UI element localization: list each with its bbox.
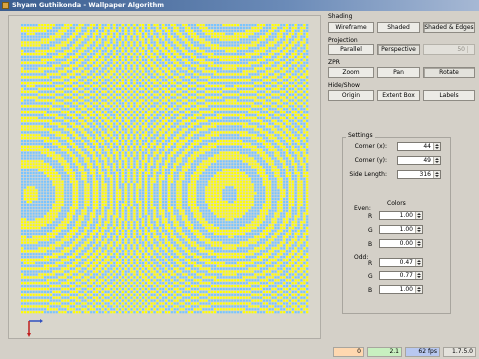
odd-b-value: 1.00: [399, 286, 413, 293]
odd-b-label: B: [368, 287, 373, 294]
wireframe-button[interactable]: Wireframe: [328, 22, 374, 33]
even-b-value: 0.00: [399, 240, 413, 247]
even-label: Even:: [354, 205, 371, 212]
spinner-icon[interactable]: [415, 212, 422, 219]
even-r-label: R: [368, 213, 373, 220]
fov-spinner: 50: [423, 44, 475, 55]
even-r-value: 1.00: [399, 212, 413, 219]
shading-label: Shading: [328, 13, 353, 20]
fov-value: 50: [457, 46, 465, 53]
shaded-button[interactable]: Shaded: [377, 22, 420, 33]
spinner-icon[interactable]: [415, 286, 422, 293]
corner-y-label: Corner (y):: [354, 157, 387, 164]
projection-label: Projection: [328, 37, 358, 44]
odd-g-field[interactable]: 0.77: [379, 271, 423, 280]
spinner-icon[interactable]: [415, 240, 422, 247]
corner-x-value: 44: [423, 143, 431, 150]
odd-r-label: R: [368, 260, 373, 267]
spinner-icon[interactable]: [415, 272, 422, 279]
odd-r-field[interactable]: 0.47: [379, 258, 423, 267]
axes-gizmo: [27, 319, 43, 337]
extent-box-button[interactable]: Extent Box: [377, 90, 420, 101]
odd-g-label: G: [368, 273, 373, 280]
spinner-icon[interactable]: [415, 259, 422, 266]
parallel-button[interactable]: Parallel: [328, 44, 374, 55]
spinner-icon[interactable]: [433, 157, 440, 164]
spinner-arrows-icon: [467, 46, 473, 53]
even-g-value: 1.00: [399, 226, 413, 233]
side-length-field[interactable]: 316: [397, 170, 441, 179]
window-title: Shyam Guthikonda - Wallpaper Algorithm: [12, 1, 165, 9]
odd-r-value: 0.47: [399, 259, 413, 266]
colors-title: Colors: [387, 200, 406, 207]
app-icon: [2, 2, 9, 9]
odd-label: Odd:: [354, 254, 369, 261]
wallpaper-pattern[interactable]: [21, 24, 309, 314]
fps-indicator: 62 fps: [405, 347, 440, 357]
spinner-icon[interactable]: [433, 171, 440, 178]
status-field-2: 2.1: [367, 347, 402, 357]
zpr-label: ZPR: [328, 59, 340, 66]
odd-b-field[interactable]: 1.00: [379, 285, 423, 294]
settings-title: Settings: [346, 132, 375, 139]
corner-y-field[interactable]: 49: [397, 156, 441, 165]
zoom-button[interactable]: Zoom: [328, 67, 374, 78]
version-label: 1.7.5.0: [443, 347, 476, 357]
even-r-field[interactable]: 1.00: [379, 211, 423, 220]
shaded-edges-button[interactable]: Shaded & Edges: [423, 22, 475, 33]
title-bar: Shyam Guthikonda - Wallpaper Algorithm: [0, 0, 479, 11]
corner-x-field[interactable]: 44: [397, 142, 441, 151]
odd-g-value: 0.77: [399, 272, 413, 279]
spinner-icon[interactable]: [415, 226, 422, 233]
corner-y-value: 49: [423, 157, 431, 164]
side-length-value: 316: [419, 171, 431, 178]
render-viewport[interactable]: [8, 15, 321, 339]
corner-x-label: Corner (x):: [354, 143, 387, 150]
rotate-button[interactable]: Rotate: [423, 67, 475, 78]
hide-show-label: Hide/Show: [328, 82, 360, 89]
status-field-1: 0: [333, 347, 364, 357]
even-b-label: B: [368, 241, 373, 248]
even-g-label: G: [368, 227, 373, 234]
control-panel: Shading Wireframe Shaded Shaded & Edges …: [325, 13, 477, 339]
origin-button[interactable]: Origin: [328, 90, 374, 101]
labels-button[interactable]: Labels: [423, 90, 475, 101]
even-g-field[interactable]: 1.00: [379, 225, 423, 234]
spinner-icon[interactable]: [433, 143, 440, 150]
side-length-label: Side Length:: [349, 171, 387, 178]
even-b-field[interactable]: 0.00: [379, 239, 423, 248]
pan-button[interactable]: Pan: [377, 67, 420, 78]
perspective-button[interactable]: Perspective: [377, 44, 420, 55]
